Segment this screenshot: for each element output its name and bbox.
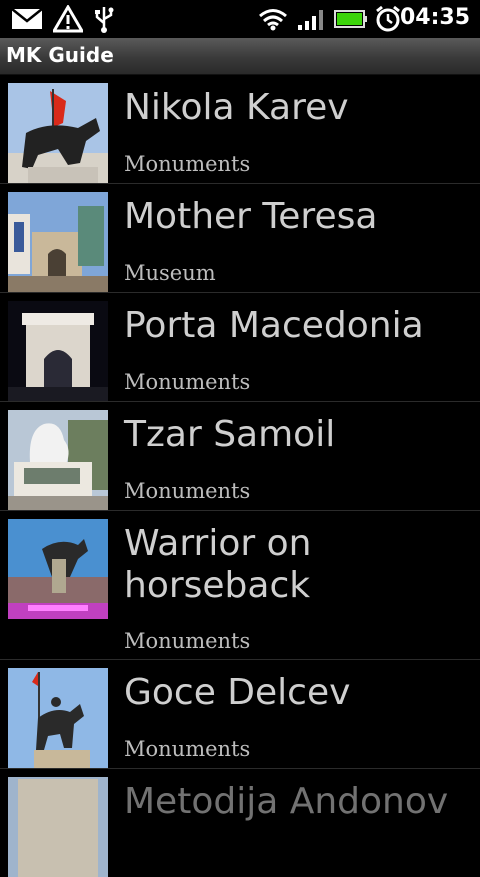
list-item[interactable]: Goce Delcev Monuments [0, 660, 480, 769]
item-category: Monuments [124, 152, 251, 176]
status-bar: 04:35 [0, 0, 480, 38]
wifi-icon [258, 4, 288, 34]
list-item[interactable]: Tzar Samoil Monuments [0, 402, 480, 511]
list-item[interactable]: Porta Macedonia Monuments [0, 293, 480, 402]
list-item[interactable]: Nikola Karev Monuments [0, 75, 480, 184]
thumbnail-image [8, 668, 108, 768]
item-title: Nikola Karev [124, 87, 349, 128]
list-item[interactable]: Warrior on horseback Monuments [0, 511, 480, 660]
mail-icon [10, 4, 44, 34]
item-category: Monuments [124, 479, 251, 503]
item-category: Museum [124, 261, 216, 285]
list-item[interactable]: Mother Teresa Museum [0, 184, 480, 293]
warning-icon [52, 4, 84, 34]
alarm-icon [374, 4, 402, 34]
app-title: MK Guide [6, 43, 114, 67]
thumbnail-image [8, 83, 108, 183]
item-title: Goce Delcev [124, 672, 351, 713]
battery-icon [334, 4, 368, 34]
item-title: Porta Macedonia [124, 305, 424, 346]
thumbnail-image [8, 192, 108, 292]
usb-icon [92, 4, 116, 34]
thumbnail-image [8, 301, 108, 401]
item-category: Monuments [124, 629, 251, 653]
item-title: Warrior on horseback [124, 523, 312, 606]
clock-time: 04:35 [399, 5, 470, 30]
item-title: Metodija Andonov [124, 781, 449, 822]
list-item[interactable]: Metodija Andonov [0, 769, 480, 877]
thumbnail-image [8, 410, 108, 510]
item-title: Tzar Samoil [124, 414, 336, 455]
item-category: Monuments [124, 370, 251, 394]
thumbnail-image [8, 519, 108, 619]
app-title-bar: MK Guide [0, 38, 480, 75]
signal-icon [296, 4, 326, 34]
thumbnail-image [8, 777, 108, 877]
item-title: Mother Teresa [124, 196, 378, 237]
item-category: Monuments [124, 737, 251, 761]
